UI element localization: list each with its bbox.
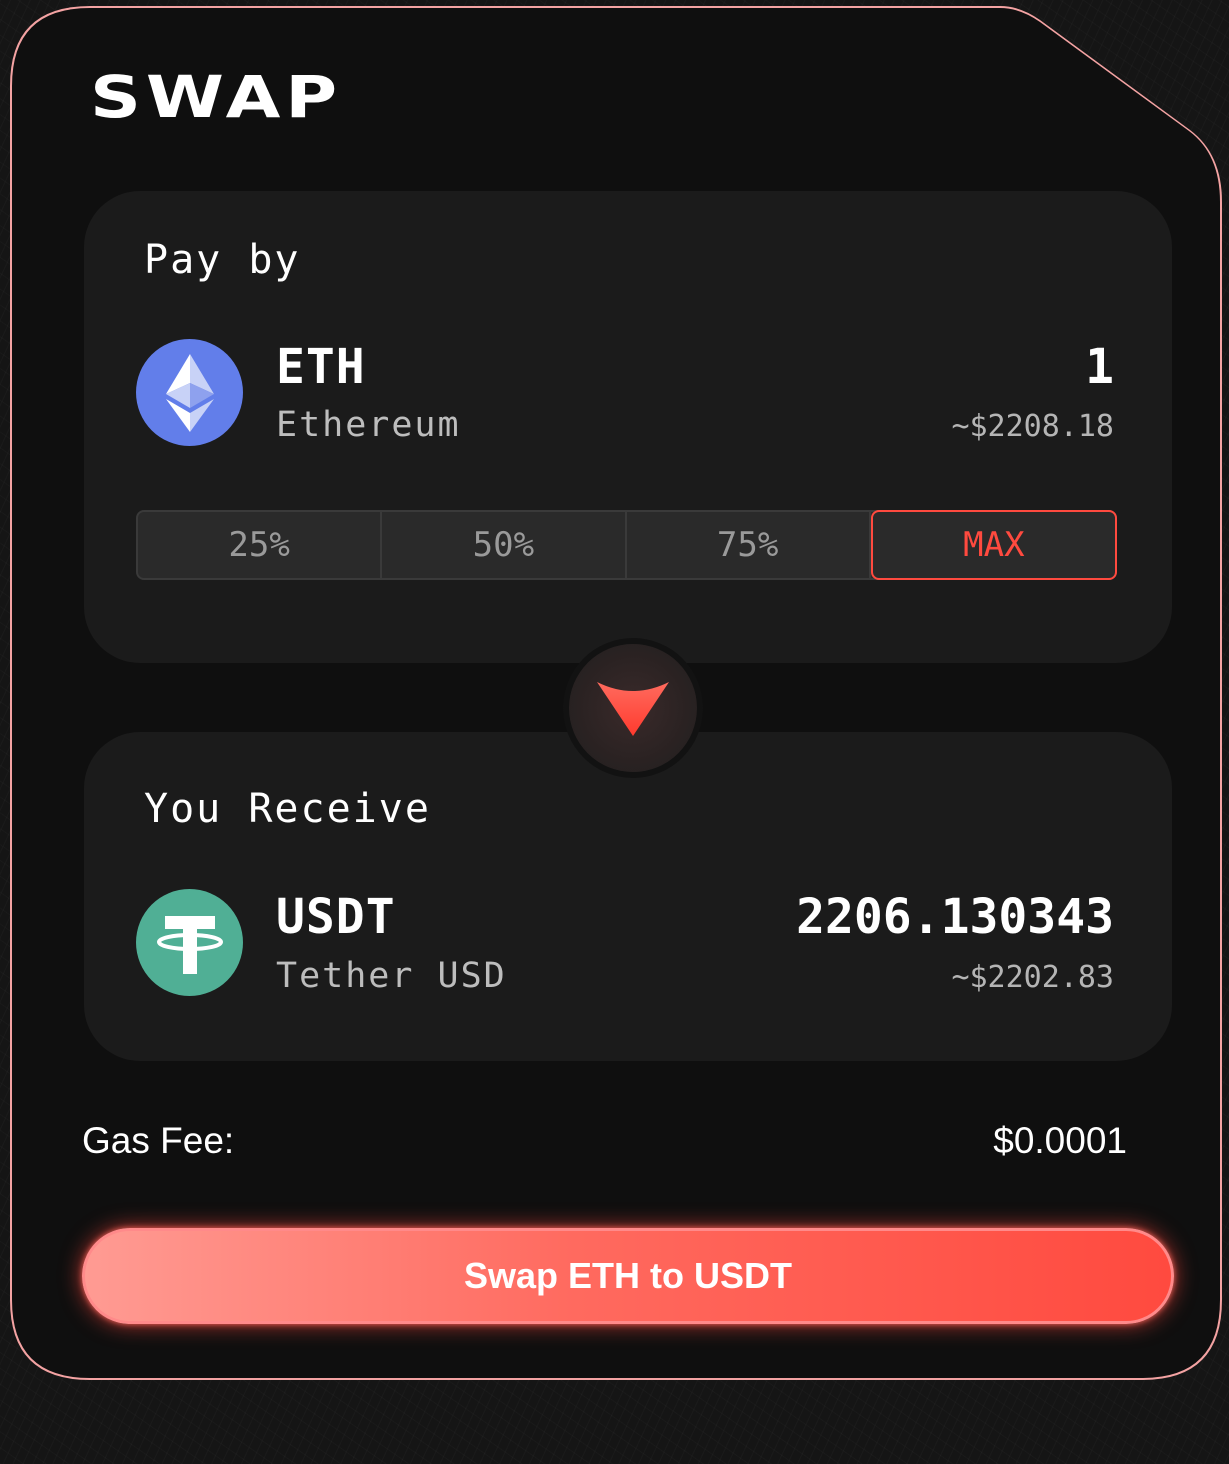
receive-panel: You Receive USDT Tether USD 2206.130343 … xyxy=(84,732,1172,1061)
pay-label: Pay by xyxy=(144,237,301,283)
receive-fiat-value: ~$2202.83 xyxy=(951,960,1114,995)
swap-card: SWAP Pay by ETH Ethereum 1 ~$2208.18 25%… xyxy=(12,8,1220,1378)
pay-fiat-value: ~$2208.18 xyxy=(951,409,1114,444)
pay-token-symbol: ETH xyxy=(276,339,366,395)
gas-fee-label: Gas Fee: xyxy=(82,1120,235,1161)
percent-50-button[interactable]: 50% xyxy=(382,512,626,578)
receive-token-name: Tether USD xyxy=(276,956,507,996)
receive-label: You Receive xyxy=(144,786,431,832)
swap-direction-button[interactable] xyxy=(569,644,697,772)
percent-max-button[interactable]: MAX xyxy=(871,510,1117,580)
pay-amount[interactable]: 1 xyxy=(1085,339,1114,395)
percent-75-button[interactable]: 75% xyxy=(627,512,871,578)
swap-submit-button[interactable]: Swap ETH to USDT xyxy=(82,1228,1174,1324)
tether-icon xyxy=(136,889,243,996)
gas-fee-value: $0.0001 xyxy=(993,1120,1127,1161)
pay-token-name: Ethereum xyxy=(276,405,461,445)
ethereum-icon xyxy=(136,339,243,446)
receive-token-symbol: USDT xyxy=(276,889,396,945)
page-title: SWAP xyxy=(90,63,342,131)
percent-selector: 25% 50% 75% MAX xyxy=(136,510,1117,580)
percent-25-button[interactable]: 25% xyxy=(138,512,382,578)
pay-panel: Pay by ETH Ethereum 1 ~$2208.18 25% 50% … xyxy=(84,191,1172,663)
receive-amount: 2206.130343 xyxy=(796,889,1114,945)
chevron-down-icon xyxy=(595,678,671,738)
